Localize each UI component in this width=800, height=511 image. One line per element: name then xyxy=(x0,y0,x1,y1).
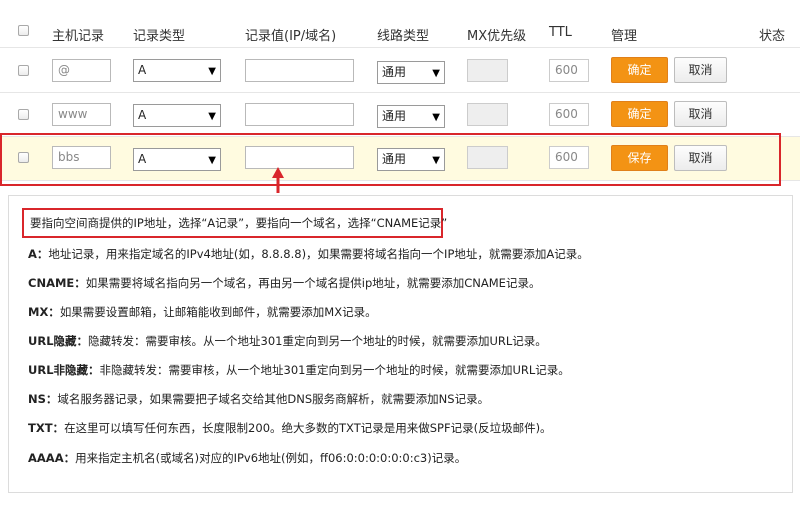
table-row: @ A ▼ 通用 ▼ 600 确定 取消 xyxy=(0,49,800,93)
host-input[interactable]: @ xyxy=(52,59,111,82)
description-ns: NS：域名服务器记录，如果需要把子域名交给其他DNS服务商解析，就需要添加NS记… xyxy=(28,392,490,406)
table-row: www A ▼ 通用 ▼ 600 确定 取消 xyxy=(0,93,800,137)
row-checkbox[interactable] xyxy=(18,65,29,76)
dropdown-arrow-icon: ▼ xyxy=(208,66,216,77)
mx-priority-input[interactable] xyxy=(467,59,508,82)
confirm-button[interactable]: 确定 xyxy=(611,101,668,127)
dropdown-arrow-icon: ▼ xyxy=(432,112,440,123)
header-manage: 管理 xyxy=(611,29,638,44)
line-type-select[interactable]: 通用 ▼ xyxy=(377,61,445,84)
row-checkbox[interactable] xyxy=(18,109,29,120)
description-url-hidden: URL隐藏：隐藏转发：需要审核。从一个地址301重定向到另一个地址的时候，就需要… xyxy=(28,334,547,348)
table-header: 主机记录 记录类型 记录值(IP/域名) 线路类型 MX优先级 TTL 管理 状… xyxy=(0,0,800,48)
header-ttl: TTL xyxy=(549,25,572,40)
description-txt: TXT：在这里可以填写任何东西，长度限制200。绝大多数的TXT记录是用来做SP… xyxy=(28,421,552,435)
annotation-highlight-frame xyxy=(0,133,781,186)
line-type-select[interactable]: 通用 ▼ xyxy=(377,105,445,128)
dropdown-arrow-icon: ▼ xyxy=(208,111,216,122)
description-cname: CNAME：如果需要将域名指向另一个域名，再由另一个域名提供ip地址，就需要添加… xyxy=(28,276,541,290)
ttl-input[interactable]: 600 xyxy=(549,59,589,82)
header-line-type: 线路类型 xyxy=(377,29,430,44)
description-a: A：地址记录，用来指定域名的IPv4地址(如，8.8.8.8)，如果需要将域名指… xyxy=(28,247,589,261)
select-all-checkbox[interactable] xyxy=(18,25,29,36)
record-value-input[interactable] xyxy=(245,59,354,82)
record-type-value: A xyxy=(138,108,147,122)
record-type-select[interactable]: A ▼ xyxy=(133,104,221,127)
dropdown-arrow-icon: ▼ xyxy=(432,68,440,79)
header-mx-priority: MX优先级 xyxy=(467,29,527,44)
record-type-value: A xyxy=(138,63,147,77)
header-host: 主机记录 xyxy=(52,29,105,44)
cancel-button[interactable]: 取消 xyxy=(674,101,727,127)
cancel-button[interactable]: 取消 xyxy=(674,57,727,83)
header-status: 状态 xyxy=(759,29,786,44)
record-type-select[interactable]: A ▼ xyxy=(133,59,221,82)
description-mx: MX：如果需要设置邮箱，让邮箱能收到邮件，就需要添加MX记录。 xyxy=(28,305,377,319)
header-record-type: 记录类型 xyxy=(133,29,186,44)
record-value-input[interactable] xyxy=(245,103,354,126)
hint-callout: 要指向空间商提供的IP地址，选择“A记录”，要指向一个域名，选择“CNAME记录… xyxy=(22,208,447,238)
line-type-value: 通用 xyxy=(382,109,407,123)
description-aaaa: AAAA：用来指定主机名(或域名)对应的IPv6地址(例如，ff06:0:0:0… xyxy=(28,451,467,465)
host-input[interactable]: www xyxy=(52,103,111,126)
header-record-value: 记录值(IP/域名) xyxy=(245,29,337,44)
description-url-visible: URL非隐藏：非隐藏转发：需要审核，从一个地址301重定向到另一个地址的时候，就… xyxy=(28,363,570,377)
mx-priority-input[interactable] xyxy=(467,103,508,126)
ttl-input[interactable]: 600 xyxy=(549,103,589,126)
confirm-button[interactable]: 确定 xyxy=(611,57,668,83)
annotation-arrow-icon xyxy=(272,167,284,193)
line-type-value: 通用 xyxy=(382,65,407,79)
